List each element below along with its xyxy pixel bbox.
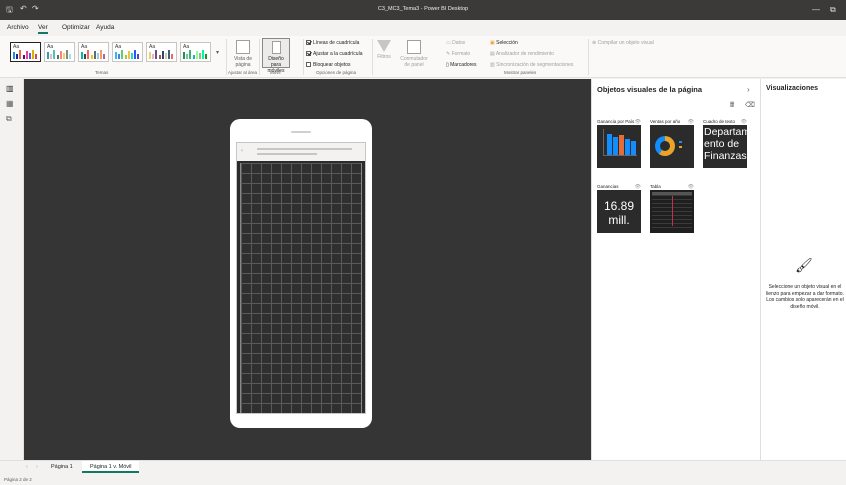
visualizations-title: Visualizaciones bbox=[766, 85, 819, 92]
phone-header: ‹ bbox=[237, 143, 365, 161]
theme-option[interactable]: Aa bbox=[180, 42, 211, 62]
seleccion-button[interactable]: ▣ Selección bbox=[490, 40, 518, 46]
data-view-icon[interactable]: ▦ bbox=[6, 99, 16, 108]
view-nav: ▥ ▦ ⧉ bbox=[0, 79, 24, 460]
report-canvas[interactable]: ‹ bbox=[24, 79, 591, 460]
phone-screen[interactable]: ‹ bbox=[236, 142, 366, 414]
formato-button[interactable]: ✎ Formato bbox=[446, 51, 470, 57]
visual-tabla[interactable]: Tabla 👁 bbox=[650, 184, 694, 233]
visual-thumbnail bbox=[650, 190, 694, 233]
lineas-cuadricula-checkbox[interactable]: Líneas de cuadrícula bbox=[306, 40, 359, 46]
chevron-right-icon[interactable]: › bbox=[747, 85, 750, 94]
title-bar: 🖫 ↶ ↷ C3_MC3_Tema3 - Power BI Desktop — … bbox=[0, 0, 846, 20]
sincronizacion-button[interactable]: ▥ Sincronización de segmentaciones bbox=[490, 62, 573, 68]
phone-frame: ‹ bbox=[230, 119, 372, 428]
datos-button[interactable]: ▭ Datos bbox=[446, 40, 465, 46]
mobile-grid[interactable] bbox=[240, 163, 362, 413]
visual-thumbnail bbox=[597, 125, 641, 168]
window-title: C3_MC3_Tema3 - Power BI Desktop bbox=[377, 6, 469, 12]
card-value: 16.89 mill. bbox=[603, 199, 635, 227]
group-opciones-label: Opciones de página bbox=[316, 70, 357, 75]
vista-pagina-button[interactable]: Vista de página bbox=[230, 40, 256, 68]
page-visuals-pane: Objetos visuales de la página › 🖩 ⌫ Gana… bbox=[591, 79, 760, 460]
prev-page-icon[interactable]: ‹ bbox=[26, 464, 28, 470]
visual-ventas-por-ano[interactable]: Ventas por año 👁 bbox=[650, 119, 694, 168]
eraser-icon[interactable]: ⌫ bbox=[745, 101, 755, 109]
group-movil-label: Móvil bbox=[270, 70, 281, 75]
theme-option[interactable]: Aa bbox=[146, 42, 177, 62]
visual-ganancias[interactable]: Ganancias 👁 16.89 mill. bbox=[597, 184, 641, 233]
diseno-moviles-button[interactable]: Diseño para móviles bbox=[262, 38, 290, 74]
theme-option[interactable]: Aa bbox=[112, 42, 143, 62]
menu-ayuda[interactable]: Ayuda bbox=[96, 24, 114, 31]
status-bar: Página 2 de 2 bbox=[0, 476, 846, 485]
analizador-button[interactable]: ▤ Analizador de rendimiento bbox=[490, 51, 554, 57]
ajustar-cuadricula-checkbox[interactable]: Ajustar a la cuadrícula bbox=[306, 51, 362, 57]
next-page-icon[interactable]: › bbox=[36, 464, 38, 470]
compilar-button[interactable]: ⊕ Compilar un objeto visual bbox=[592, 40, 654, 46]
menu-archivo[interactable]: Archivo bbox=[7, 24, 29, 31]
phone-speaker bbox=[291, 131, 311, 133]
visualizations-pane: Visualizaciones 🖌 Seleccione un objeto v… bbox=[760, 79, 846, 460]
theme-option[interactable]: Aa bbox=[44, 42, 75, 62]
group-ajustar-label: Ajustar al área bbox=[228, 70, 258, 75]
calculator-icon[interactable]: 🖩 bbox=[730, 101, 734, 112]
marcadores-button[interactable]: ▯ Marcadores bbox=[446, 62, 477, 68]
filter-icon bbox=[377, 40, 391, 52]
back-icon: ‹ bbox=[241, 148, 243, 154]
visual-cuadro-de-texto[interactable]: Cuadro de texto 👁 Departam ento de Finan… bbox=[703, 119, 747, 168]
mobile-icon bbox=[271, 41, 281, 54]
visual-thumbnail bbox=[650, 125, 694, 168]
group-temas-label: Temas bbox=[95, 70, 109, 75]
phone-home-indicator bbox=[292, 417, 310, 421]
bloquear-objetos-checkbox[interactable]: Bloquear objetos bbox=[306, 62, 351, 68]
menu-ver[interactable]: Ver bbox=[38, 24, 48, 34]
page-visuals-title: Objetos visuales de la página bbox=[597, 85, 703, 94]
filtros-button[interactable]: Filtros bbox=[376, 40, 392, 60]
visualizations-message: Seleccione un objeto visual en el lienzo… bbox=[766, 284, 844, 310]
page-view-icon bbox=[236, 40, 250, 54]
report-view-icon[interactable]: ▥ bbox=[6, 84, 16, 93]
tab-pagina-1-movil[interactable]: Página 1 v. Móvil bbox=[82, 461, 140, 473]
conmutador-panel-button[interactable]: Conmutador de panel bbox=[398, 40, 430, 68]
theme-option[interactable]: Aa bbox=[10, 42, 41, 62]
tab-pagina-1[interactable]: Página 1 bbox=[51, 464, 73, 470]
page-tabs: ‹ › Página 1 Página 1 v. Móvil bbox=[0, 460, 846, 476]
restore-button[interactable]: ⧉ bbox=[830, 5, 836, 15]
format-brush-icon: 🖌 bbox=[795, 257, 813, 273]
theme-option[interactable]: Aa bbox=[78, 42, 109, 62]
menu-optimizar[interactable]: Optimizar bbox=[62, 24, 90, 31]
visual-thumbnail: Departam ento de Finanzas bbox=[703, 125, 747, 168]
panel-switch-icon bbox=[407, 40, 421, 54]
visual-ganancia-por-pais[interactable]: Ganancia por País 👁 bbox=[597, 119, 641, 168]
visual-thumbnail: 16.89 mill. bbox=[597, 190, 641, 233]
ribbon: Aa Aa Aa Aa Aa Aa ▾ Temas Vista de página Aju… bbox=[0, 36, 846, 78]
model-view-icon[interactable]: ⧉ bbox=[6, 114, 16, 123]
menu-bar: Archivo Ver Optimizar Ayuda bbox=[0, 20, 846, 36]
group-mostrar-label: Mostrar paneles bbox=[504, 70, 537, 75]
minimize-button[interactable]: — bbox=[812, 5, 820, 14]
text-box-content: Departam ento de Finanzas bbox=[704, 126, 747, 162]
theme-expand-icon[interactable]: ▾ bbox=[216, 49, 219, 56]
